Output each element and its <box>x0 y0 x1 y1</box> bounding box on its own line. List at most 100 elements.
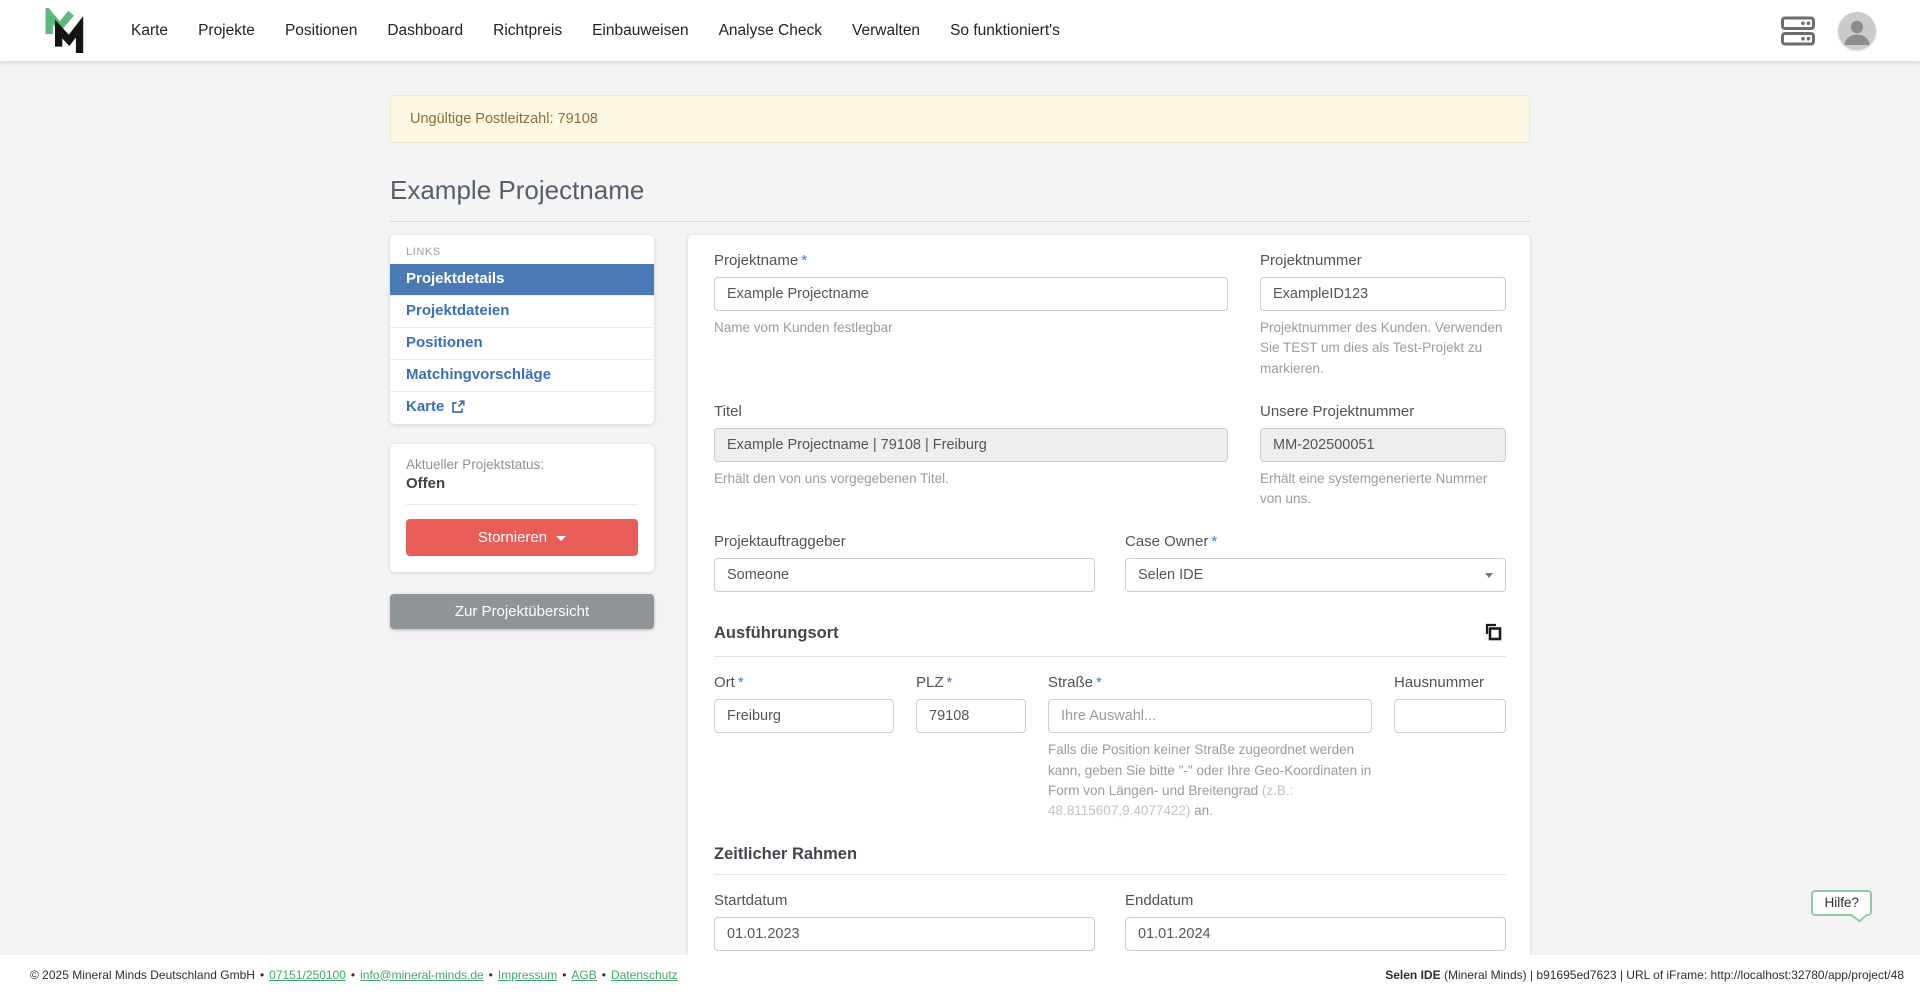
sidebar-item-matchingvorschlaege[interactable]: Matchingvorschläge <box>390 359 654 391</box>
projektname-help: Name vom Kunden festlegbar <box>714 318 1228 338</box>
chevron-down-icon <box>1485 573 1493 578</box>
projektnummer-label: Projektnummer <box>1260 252 1506 269</box>
divider <box>406 504 638 505</box>
enddatum-input[interactable] <box>1125 917 1506 951</box>
projektauftraggeber-input[interactable] <box>714 558 1095 592</box>
required-asterisk: * <box>947 674 953 691</box>
plz-field: PLZ* <box>916 674 1026 821</box>
stornieren-label: Stornieren <box>478 529 547 546</box>
startdatum-label: Startdatum <box>714 892 1095 909</box>
projektname-label: Projektname* <box>714 252 1228 269</box>
main-nav: Karte Projekte Positionen Dashboard Rich… <box>116 14 1075 48</box>
nav-item-dashboard[interactable]: Dashboard <box>372 14 478 48</box>
footer-impressum-link[interactable]: Impressum <box>498 968 557 982</box>
sidebar: LINKS Projektdetails Projektdateien Posi… <box>390 235 654 629</box>
nav-item-positionen[interactable]: Positionen <box>270 14 372 48</box>
projektnummer-help: Projektnummer des Kunden. Verwenden Sie … <box>1260 318 1506 379</box>
strasse-input[interactable] <box>1048 699 1372 733</box>
chevron-down-icon <box>556 536 566 541</box>
server-icon[interactable] <box>1780 15 1816 47</box>
enddatum-field: Enddatum <box>1125 892 1506 951</box>
footer-session-info: Selen IDE (Mineral Minds) | b91695ed7623… <box>1385 968 1904 982</box>
footer-email-link[interactable]: info@mineral-minds.de <box>360 968 484 982</box>
required-asterisk: * <box>738 674 744 691</box>
startdatum-input[interactable] <box>714 917 1095 951</box>
required-asterisk: * <box>1096 674 1102 691</box>
strasse-label: Straße* <box>1048 674 1372 691</box>
postal-code-warning-alert: Ungültige Postleitzahl: 79108 <box>390 95 1530 143</box>
plz-input[interactable] <box>916 699 1026 733</box>
strasse-field: Straße* Falls die Position keiner Straße… <box>1048 674 1372 821</box>
unsere-projektnummer-input <box>1260 428 1506 462</box>
titel-field: Titel Erhält den von uns vorgegebenen Ti… <box>714 403 1228 510</box>
copy-icon[interactable] <box>1480 620 1506 646</box>
nav-item-richtpreis[interactable]: Richtpreis <box>478 14 577 48</box>
case-owner-label: Case Owner* <box>1125 533 1506 550</box>
footer-left: © 2025 Mineral Minds Deutschland GmbH•07… <box>30 968 678 982</box>
plz-label: PLZ* <box>916 674 1026 691</box>
titel-input <box>714 428 1228 462</box>
projektnummer-input[interactable] <box>1260 277 1506 311</box>
project-details-form: Projektname* Name vom Kunden festlegbar … <box>688 235 1530 985</box>
ort-input[interactable] <box>714 699 894 733</box>
status-label: Aktueller Projektstatus: <box>406 457 638 472</box>
navbar-right <box>1780 12 1898 50</box>
sidebar-item-projektdateien[interactable]: Projektdateien <box>390 295 654 327</box>
hausnummer-field: Hausnummer <box>1394 674 1506 821</box>
divider <box>714 656 1506 657</box>
ausfuehrungsort-heading: Ausführungsort <box>714 624 839 643</box>
page-title: Example Projectname <box>390 175 1530 222</box>
projektnummer-field: Projektnummer Projektnummer des Kunden. … <box>1260 252 1506 379</box>
case-owner-select[interactable]: Selen IDE <box>1125 558 1506 592</box>
nav-item-so-funktionierts[interactable]: So funktioniert's <box>935 14 1075 48</box>
sidebar-item-label: Projektdetails <box>406 270 504 287</box>
sidebar-item-label: Matchingvorschläge <box>406 366 551 383</box>
ort-field: Ort* <box>714 674 894 821</box>
footer-user: Selen IDE <box>1385 968 1440 982</box>
footer-datenschutz-link[interactable]: Datenschutz <box>611 968 678 982</box>
nav-item-einbauweisen[interactable]: Einbauweisen <box>577 14 704 48</box>
stornieren-button[interactable]: Stornieren <box>406 519 638 556</box>
titel-label: Titel <box>714 403 1228 420</box>
unsere-projektnummer-label: Unsere Projektnummer <box>1260 403 1506 420</box>
case-owner-selected-value: Selen IDE <box>1138 567 1203 583</box>
unsere-projektnummer-help: Erhält eine systemgenerierte Nummer von … <box>1260 469 1506 510</box>
links-card: LINKS Projektdetails Projektdateien Posi… <box>390 235 654 424</box>
footer-agb-link[interactable]: AGB <box>571 968 596 982</box>
required-asterisk: * <box>801 252 807 269</box>
top-navbar: Karte Projekte Positionen Dashboard Rich… <box>0 0 1920 61</box>
projektauftraggeber-field: Projektauftraggeber <box>714 533 1095 592</box>
required-asterisk: * <box>1211 533 1217 550</box>
hausnummer-input[interactable] <box>1394 699 1506 733</box>
sidebar-item-label: Projektdateien <box>406 302 509 319</box>
titel-help: Erhält den von uns vorgegebenen Titel. <box>714 469 1228 489</box>
footer-phone-link[interactable]: 07151/250100 <box>269 968 346 982</box>
nav-item-verwalten[interactable]: Verwalten <box>837 14 935 48</box>
mineral-minds-logo[interactable] <box>44 8 90 54</box>
project-status-card: Aktueller Projektstatus: Offen Storniere… <box>390 444 654 572</box>
hausnummer-label: Hausnummer <box>1394 674 1506 691</box>
user-avatar-icon[interactable] <box>1838 12 1876 50</box>
startdatum-field: Startdatum <box>714 892 1095 951</box>
zur-projektuebersicht-button[interactable]: Zur Projektübersicht <box>390 594 654 629</box>
ort-label: Ort* <box>714 674 894 691</box>
nav-item-projekte[interactable]: Projekte <box>183 14 270 48</box>
links-header: LINKS <box>390 235 654 264</box>
sidebar-item-label: Karte <box>406 398 444 415</box>
sidebar-item-positionen[interactable]: Positionen <box>390 327 654 359</box>
footer: © 2025 Mineral Minds Deutschland GmbH•07… <box>0 955 1920 994</box>
nav-item-analyse-check[interactable]: Analyse Check <box>704 14 837 48</box>
hilfe-button[interactable]: Hilfe? <box>1811 890 1872 916</box>
strasse-help: Falls die Position keiner Straße zugeord… <box>1048 740 1372 821</box>
footer-copyright: © 2025 Mineral Minds Deutschland GmbH <box>30 968 255 982</box>
unsere-projektnummer-field: Unsere Projektnummer Erhält eine systemg… <box>1260 403 1506 510</box>
projektname-field: Projektname* Name vom Kunden festlegbar <box>714 252 1228 379</box>
enddatum-label: Enddatum <box>1125 892 1506 909</box>
projektname-input[interactable] <box>714 277 1228 311</box>
sidebar-item-projektdetails[interactable]: Projektdetails <box>390 264 654 295</box>
nav-item-karte[interactable]: Karte <box>116 14 183 48</box>
sidebar-item-karte[interactable]: Karte <box>390 391 654 423</box>
projektauftraggeber-label: Projektauftraggeber <box>714 533 1095 550</box>
divider <box>714 874 1506 875</box>
status-value: Offen <box>406 475 638 492</box>
